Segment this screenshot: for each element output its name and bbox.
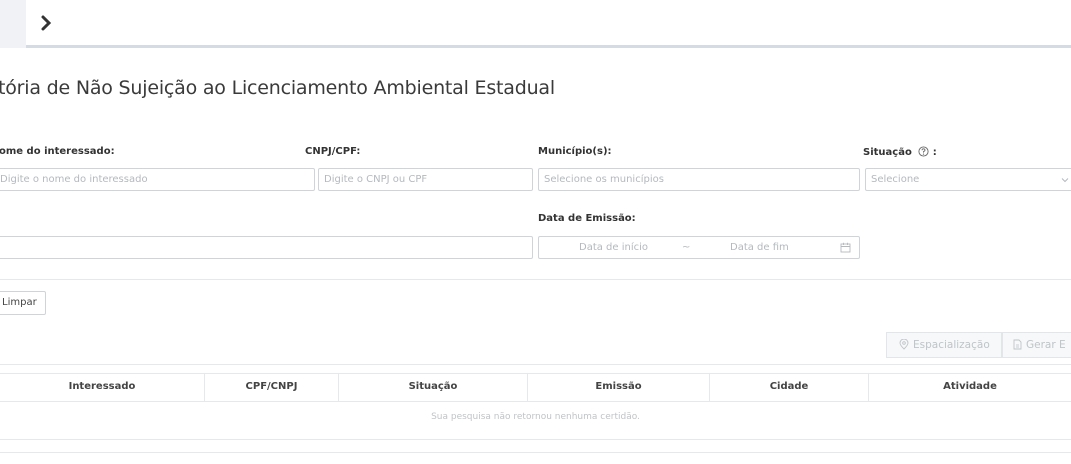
municipio-select[interactable]: Selecione os municípios: [538, 168, 860, 191]
cnpj-label: CNPJ/CPF:: [305, 146, 361, 157]
situacao-label: Situação: [863, 147, 912, 158]
table-header-bottom-border: [0, 401, 1071, 402]
map-pin-icon: [899, 339, 909, 350]
date-range-picker[interactable]: Data de início ~ Data de fim: [538, 236, 860, 259]
municipio-label: Município(s):: [538, 146, 612, 157]
help-circle-icon[interactable]: [918, 146, 929, 157]
chevron-down-icon: [1060, 175, 1070, 185]
date-end-input[interactable]: Data de fim: [730, 237, 789, 258]
divider: [0, 279, 1071, 280]
date-separator: ~: [682, 242, 691, 253]
date-start-input[interactable]: Data de início: [579, 237, 648, 258]
page-title: tória de Não Sujeição ao Licenciamento A…: [0, 77, 555, 99]
col-situacao[interactable]: Situação: [339, 373, 528, 401]
col-cpf-cnpj[interactable]: CPF/CNPJ: [205, 373, 339, 401]
interessado-label: ome do interessado:: [0, 146, 115, 157]
generate-label: Gerar E: [1026, 339, 1066, 351]
municipio-placeholder: Selecione os municípios: [544, 174, 664, 185]
chevron-right-icon[interactable]: [40, 13, 54, 33]
table-bottom-border: [0, 439, 1071, 440]
interessado-input[interactable]: Digite o nome do interessado: [0, 168, 315, 191]
cnpj-placeholder: Digite o CNPJ ou CPF: [324, 174, 428, 185]
empty-message: Sua pesquisa não retornou nenhuma certid…: [431, 412, 640, 422]
situacao-placeholder: Selecione: [871, 174, 920, 185]
situacao-label-group: Situação :: [863, 146, 937, 158]
cnpj-input[interactable]: Digite o CNPJ ou CPF: [318, 168, 533, 191]
calendar-icon: [840, 242, 851, 253]
spatial-label: Espacialização: [913, 339, 990, 351]
col-interessado[interactable]: Interessado: [0, 373, 205, 401]
clear-button[interactable]: Limpar: [0, 291, 46, 315]
footer-divider: [0, 452, 1071, 453]
col-emissao[interactable]: Emissão: [528, 373, 710, 401]
data-emissao-label: Data de Emissão:: [538, 213, 636, 224]
interessado-placeholder: Digite o nome do interessado: [0, 174, 148, 185]
situacao-suffix: :: [932, 147, 937, 158]
document-icon: [1013, 339, 1022, 350]
clear-label: Limpar: [2, 297, 37, 308]
col-atividade[interactable]: Atividade: [869, 373, 1071, 401]
table-top-divider: [0, 364, 1071, 365]
extra-input[interactable]: [0, 236, 533, 259]
top-bar: [0, 0, 1071, 48]
sidebar-strip: [0, 0, 26, 48]
col-cidade[interactable]: Cidade: [710, 373, 869, 401]
generate-button[interactable]: Gerar E: [1002, 332, 1071, 358]
spatial-button[interactable]: Espacialização: [886, 332, 1002, 358]
situacao-select[interactable]: Selecione: [865, 168, 1071, 191]
